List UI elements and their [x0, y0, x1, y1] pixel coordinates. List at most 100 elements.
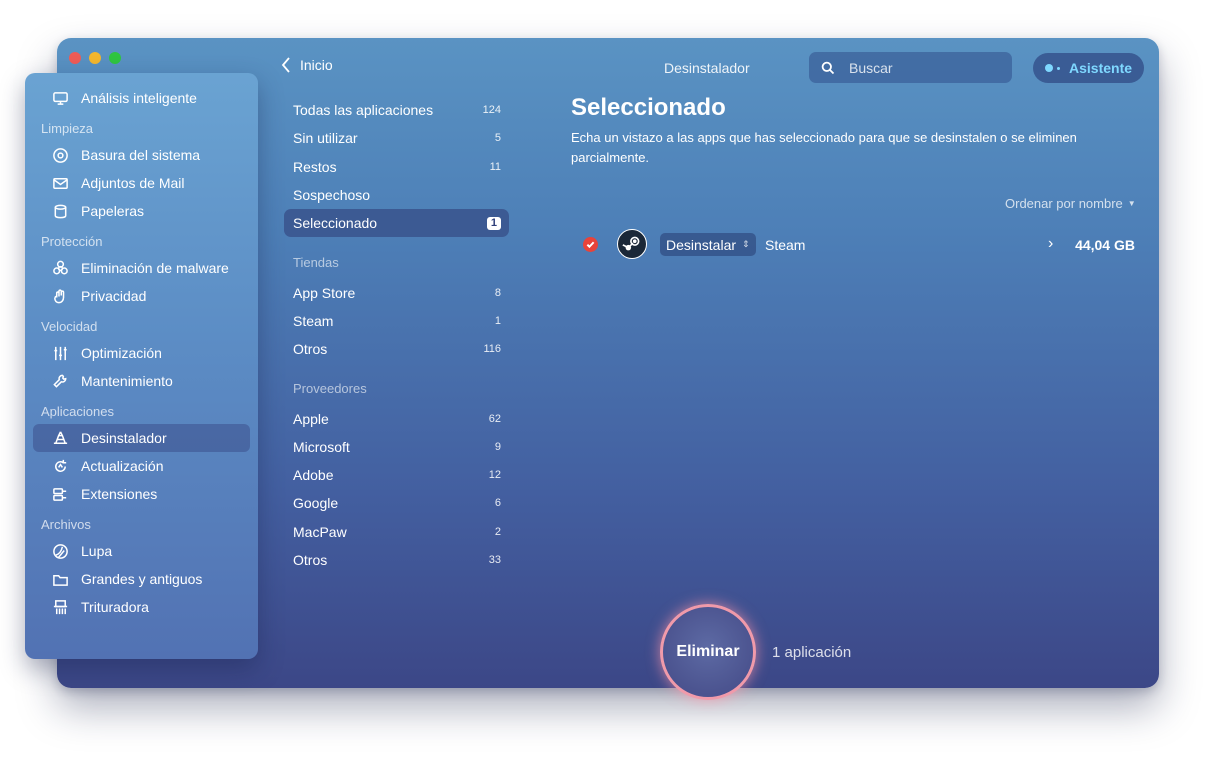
assistant-button[interactable]: Asistente: [1033, 53, 1144, 83]
biohazard-icon: [51, 259, 69, 277]
filter-count: 11: [489, 160, 501, 173]
filter-item-app-store[interactable]: App Store 8: [284, 278, 509, 306]
sidebar-item-mail-attachments[interactable]: Adjuntos de Mail: [33, 169, 250, 197]
search-field[interactable]: [809, 52, 1012, 83]
action-select[interactable]: Desinstalar ⇕: [660, 233, 756, 256]
sliders-icon: [51, 344, 69, 362]
wrench-icon: [51, 372, 69, 390]
sidebar-item-label: Mantenimiento: [81, 373, 173, 389]
chevron-left-icon: [281, 57, 290, 73]
page-title: Seleccionado: [571, 94, 726, 121]
filter-item-steam[interactable]: Steam 1: [284, 307, 509, 335]
filter-label: App Store: [293, 284, 356, 301]
app-checkbox[interactable]: [583, 237, 598, 252]
sidebar-item-label: Trituradora: [81, 599, 149, 615]
app-name: Steam: [765, 237, 806, 253]
trash-icon: [51, 202, 69, 220]
sidebar-item-trash-bins[interactable]: Papeleras: [33, 197, 250, 225]
app-row[interactable]: Desinstalar ⇕ Steam › 44,04 GB: [571, 226, 1141, 262]
filter-item-google[interactable]: Google 6: [284, 489, 509, 517]
filter-label: Steam: [293, 312, 334, 329]
hand-icon: [51, 287, 69, 305]
zoom-window-button[interactable]: [109, 52, 121, 64]
filter-label: Google: [293, 495, 339, 512]
filter-count: 62: [488, 412, 501, 425]
updater-icon: [51, 457, 69, 475]
filter-item-other-vendors[interactable]: Otros 33: [284, 546, 509, 574]
back-label: Inicio: [300, 57, 333, 73]
assistant-dot-icon: [1045, 64, 1053, 72]
filter-count: 9: [494, 440, 501, 453]
sidebar-item-label: Papeleras: [81, 203, 145, 219]
filter-count-badge: 1: [486, 216, 501, 230]
checkmark-icon: [586, 241, 595, 249]
filter-item-leftovers[interactable]: Restos 11: [284, 153, 509, 181]
sidebar-section-title: Aplicaciones: [41, 404, 114, 419]
sidebar-item-privacy[interactable]: Privacidad: [33, 282, 250, 310]
remove-button[interactable]: Eliminar: [660, 604, 756, 700]
filter-item-apple[interactable]: Apple 62: [284, 404, 509, 432]
sidebar-item-label: Optimización: [81, 345, 162, 361]
sidebar-item-extensions[interactable]: Extensiones: [33, 480, 250, 508]
uninstaller-icon: [51, 429, 69, 447]
filter-count: 124: [482, 104, 501, 117]
filter-label: Seleccionado: [293, 215, 378, 232]
sidebar-item-space-lens[interactable]: Lupa: [33, 537, 250, 565]
sidebar-item-label: Eliminación de malware: [81, 260, 229, 276]
sidebar-item-label: Grandes y antiguos: [81, 571, 203, 587]
filter-item-microsoft[interactable]: Microsoft 9: [284, 433, 509, 461]
sidebar-item-maintenance[interactable]: Mantenimiento: [33, 367, 250, 395]
sidebar-item-label: Desinstalador: [81, 430, 167, 446]
filter-item-selected[interactable]: Seleccionado 1: [284, 209, 509, 238]
filter-label: Sin utilizar: [293, 130, 358, 147]
filter-label: Sospechoso: [293, 187, 371, 204]
updown-arrows-icon: ⇕: [742, 239, 750, 249]
filter-item-other-stores[interactable]: Otros 116: [284, 335, 509, 363]
sidebar-item-uninstaller[interactable]: Desinstalador: [33, 424, 250, 452]
filter-count: 12: [488, 469, 501, 482]
filter-label: Apple: [293, 410, 329, 427]
sidebar-item-large-old-files[interactable]: Grandes y antiguos: [33, 565, 250, 593]
monitor-icon: [51, 89, 69, 107]
lens-icon: [51, 542, 69, 560]
sidebar-item-label: Basura del sistema: [81, 147, 201, 163]
sidebar-item-shredder[interactable]: Trituradora: [33, 593, 250, 621]
action-select-value: Desinstalar: [666, 236, 737, 253]
sidebar-item-optimization[interactable]: Optimización: [33, 339, 250, 367]
sort-dropdown[interactable]: Ordenar por nombre ▼: [1005, 196, 1136, 211]
filter-label: Adobe: [293, 467, 334, 484]
window-title: Desinstalador: [664, 60, 750, 76]
filter-label: Otros: [293, 341, 328, 358]
sidebar-item-label: Lupa: [81, 543, 113, 559]
minimize-window-button[interactable]: [89, 52, 101, 64]
filter-count: 1: [494, 314, 501, 327]
sidebar-item-smart-scan[interactable]: Análisis inteligente: [33, 84, 250, 112]
disc-icon: [51, 146, 69, 164]
search-input[interactable]: [849, 59, 999, 76]
sidebar-section-title: Protección: [41, 234, 103, 249]
app-size: 44,04 GB: [1075, 237, 1135, 253]
sidebar: Análisis inteligente Limpieza Basura del…: [25, 73, 258, 659]
filter-label: Otros: [293, 552, 328, 568]
filter-item-macpaw[interactable]: MacPaw 2: [284, 518, 509, 546]
sidebar-item-updater[interactable]: Actualización: [33, 452, 250, 480]
filter-count: 6: [494, 497, 501, 510]
filter-item-adobe[interactable]: Adobe 12: [284, 461, 509, 489]
sidebar-section-title: Archivos: [41, 517, 91, 532]
sidebar-item-malware-removal[interactable]: Eliminación de malware: [33, 254, 250, 282]
filter-count: 116: [483, 343, 501, 356]
sidebar-item-system-junk[interactable]: Basura del sistema: [33, 141, 250, 169]
filter-item-unused[interactable]: Sin utilizar 5: [284, 124, 509, 152]
filter-item-suspicious[interactable]: Sospechoso: [284, 181, 509, 209]
filter-count: 8: [494, 286, 501, 299]
filter-label: Todas las aplicaciones: [293, 102, 434, 119]
close-window-button[interactable]: [69, 52, 81, 64]
filter-label: Microsoft: [293, 438, 350, 455]
sidebar-section-title: Velocidad: [41, 319, 98, 334]
chevron-right-icon[interactable]: ›: [1048, 235, 1053, 253]
filter-item-all-apps[interactable]: Todas las aplicaciones 124: [284, 96, 509, 124]
caret-down-icon: ▼: [1127, 199, 1136, 208]
assistant-label: Asistente: [1069, 60, 1133, 76]
steam-icon: [617, 229, 647, 259]
back-button[interactable]: Inicio: [281, 57, 333, 73]
